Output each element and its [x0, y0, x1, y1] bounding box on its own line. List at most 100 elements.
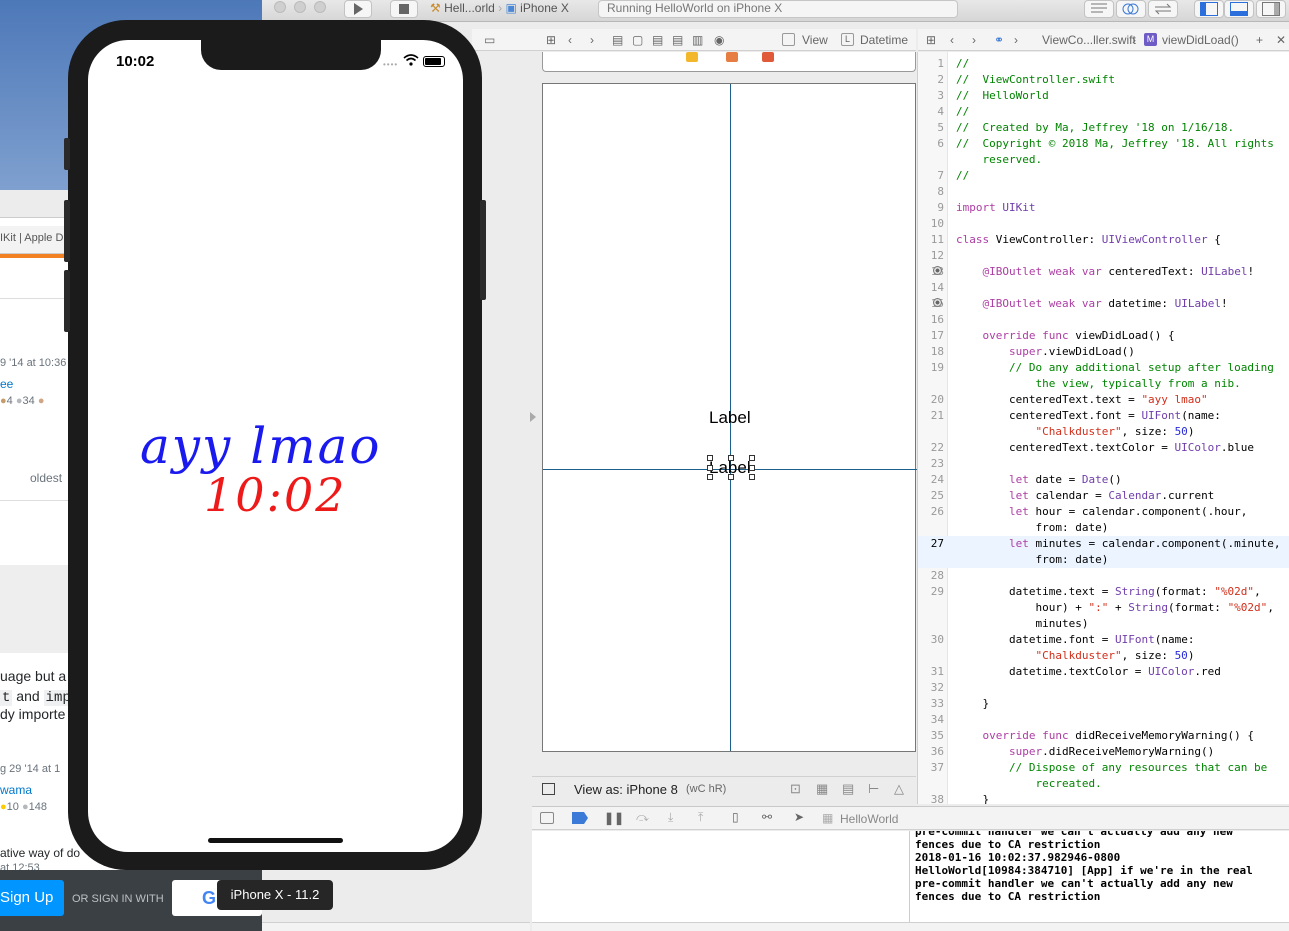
resize-handle[interactable]	[749, 455, 755, 461]
interface-builder-canvas[interactable]: Label Label	[532, 52, 917, 772]
related-items-icon[interactable]: ⊞	[926, 32, 936, 48]
navigator-filter-bar[interactable]	[262, 922, 530, 931]
code-line[interactable]: 33 }	[918, 696, 1289, 712]
zoom-window-button[interactable]	[314, 1, 326, 13]
code-line[interactable]: 17 override func viewDidLoad() {	[918, 328, 1289, 344]
variables-filter-bar[interactable]	[532, 922, 910, 931]
location-icon[interactable]: ➤	[794, 810, 804, 824]
code-line[interactable]: 38 }	[918, 792, 1289, 804]
folder-icon[interactable]: ▢	[632, 32, 643, 48]
code-line[interactable]: 10	[918, 216, 1289, 232]
code-line[interactable]: 26 let hour = calendar.component(.hour,	[918, 504, 1289, 520]
step-over-icon[interactable]: ⤼	[636, 810, 649, 825]
browser-tab[interactable]: IKit | Apple D	[0, 232, 63, 244]
code-line[interactable]: from: date)	[918, 552, 1289, 568]
view-controller-scene[interactable]: Label Label	[542, 83, 917, 752]
sort-tab-oldest[interactable]: oldest	[30, 471, 62, 485]
scene-icon[interactable]: ▤	[672, 32, 683, 48]
code-line[interactable]: hour) + ":" + String(format: "%02d",	[918, 600, 1289, 616]
resize-handle[interactable]	[749, 465, 755, 471]
outlet-connection-icon[interactable]	[933, 266, 942, 275]
back-icon[interactable]: ‹	[568, 32, 572, 48]
forward-icon[interactable]: ›	[590, 32, 594, 48]
related-items-icon[interactable]: ⊞	[546, 32, 556, 48]
breakpoints-toggle-icon[interactable]	[572, 812, 588, 824]
jump-bar-view[interactable]: View	[802, 32, 828, 48]
code-line[interactable]: minutes)	[918, 616, 1289, 632]
code-line[interactable]: 3 // HelloWorld	[918, 88, 1289, 104]
pause-icon[interactable]: ❚❚	[604, 811, 624, 825]
code-line[interactable]: 27 let minutes = calendar.component(.min…	[918, 536, 1289, 552]
view-as-device[interactable]: View as: iPhone 8	[574, 782, 678, 797]
console-output[interactable]: pre-commit handler we can't actually add…	[910, 831, 1289, 931]
code-line[interactable]: 29 datetime.text = String(format: "%02d"…	[918, 584, 1289, 600]
outlet-connection-icon[interactable]	[933, 298, 942, 307]
document-outline-icon[interactable]	[542, 783, 555, 795]
answer-user-link[interactable]: ee	[0, 377, 13, 391]
code-line[interactable]: 8	[918, 184, 1289, 200]
comment-icon[interactable]: ▭	[484, 32, 495, 48]
run-button[interactable]	[344, 0, 372, 18]
code-line[interactable]: 21 centeredText.font = UIFont(name:	[918, 408, 1289, 424]
answer-user-link[interactable]: wama	[0, 783, 32, 797]
volume-up-button[interactable]	[64, 200, 70, 262]
code-line[interactable]: 16	[918, 312, 1289, 328]
back-icon[interactable]: ‹	[950, 32, 954, 48]
code-line[interactable]: 35 override func didReceiveMemoryWarning…	[918, 728, 1289, 744]
code-line[interactable]: 15 @IBOutlet weak var datetime: UILabel!	[918, 296, 1289, 312]
code-line[interactable]: 24 let date = Date()	[918, 472, 1289, 488]
resize-handle[interactable]	[707, 455, 713, 461]
code-line[interactable]: "Chalkduster", size: 50)	[918, 648, 1289, 664]
code-line[interactable]: recreated.	[918, 776, 1289, 792]
home-indicator[interactable]	[208, 838, 343, 843]
code-line[interactable]: reserved.	[918, 152, 1289, 168]
code-line[interactable]: 36 super.didReceiveMemoryWarning()	[918, 744, 1289, 760]
code-line[interactable]: 18 super.viewDidLoad()	[918, 344, 1289, 360]
code-line[interactable]: 4 //	[918, 104, 1289, 120]
minimize-window-button[interactable]	[294, 1, 306, 13]
step-into-icon[interactable]: ⤓	[668, 810, 673, 825]
controller-icon[interactable]: ▥	[692, 32, 703, 48]
step-out-icon[interactable]: ⤒	[698, 810, 703, 825]
add-constraints-icon[interactable]: ⊢	[868, 781, 879, 797]
code-line[interactable]: 32	[918, 680, 1289, 696]
jump-bar-file[interactable]: ViewCo...ller.swift	[1042, 32, 1136, 48]
code-line[interactable]: 1 //	[918, 56, 1289, 72]
standard-editor-button[interactable]	[1084, 0, 1114, 18]
code-line[interactable]: from: date)	[918, 520, 1289, 536]
hide-debug-area-icon[interactable]	[540, 812, 554, 824]
automatic-icon[interactable]: ⚭	[994, 32, 1004, 48]
code-line[interactable]: 22 centeredText.textColor = UIColor.blue	[918, 440, 1289, 456]
resolve-issues-icon[interactable]: △	[894, 781, 904, 797]
exit-icon[interactable]	[762, 52, 774, 62]
update-frames-icon[interactable]: ⊡	[790, 781, 801, 797]
code-line[interactable]: the view, typically from a nib.	[918, 376, 1289, 392]
storyboard-icon[interactable]: ▤	[652, 32, 663, 48]
scheme-selector[interactable]: ⚒ Hell...orld › ▣ iPhone X	[430, 0, 590, 18]
view-controller-dock-icon[interactable]	[686, 52, 698, 62]
version-editor-button[interactable]	[1148, 0, 1178, 18]
add-editor-icon[interactable]: +	[1256, 32, 1263, 48]
code-line[interactable]: 5 // Created by Ma, Jeffrey '18 on 1/16/1…	[918, 120, 1289, 136]
resize-handle[interactable]	[728, 474, 734, 480]
close-editor-icon[interactable]: ✕	[1276, 32, 1286, 48]
embed-in-stack-icon[interactable]: ▦	[816, 781, 828, 797]
view-controller-icon[interactable]: ◉	[714, 32, 724, 48]
memory-graph-icon[interactable]: ⚯	[762, 810, 772, 824]
code-line[interactable]: 37 // Dispose of any resources that can …	[918, 760, 1289, 776]
code-line[interactable]: 13 @IBOutlet weak var centeredText: UILa…	[918, 264, 1289, 280]
code-line[interactable]: 19 // Do any additional setup after load…	[918, 360, 1289, 376]
code-line[interactable]: 12	[918, 248, 1289, 264]
source-editor[interactable]: 1 // 2 // ViewController.swift 3 // HelloWorl…	[917, 52, 1289, 804]
toggle-navigator-button[interactable]	[1194, 0, 1224, 18]
resize-handle[interactable]	[728, 455, 734, 461]
code-line[interactable]: 23	[918, 456, 1289, 472]
code-line[interactable]: 25 let calendar = Calendar.current	[918, 488, 1289, 504]
code-line[interactable]: 30 datetime.font = UIFont(name:	[918, 632, 1289, 648]
close-window-button[interactable]	[274, 1, 286, 13]
code-line[interactable]: 34	[918, 712, 1289, 728]
centered-text-label[interactable]: Label	[709, 408, 751, 428]
resize-handle[interactable]	[749, 474, 755, 480]
code-line[interactable]: "Chalkduster", size: 50)	[918, 424, 1289, 440]
resize-handle[interactable]	[707, 474, 713, 480]
